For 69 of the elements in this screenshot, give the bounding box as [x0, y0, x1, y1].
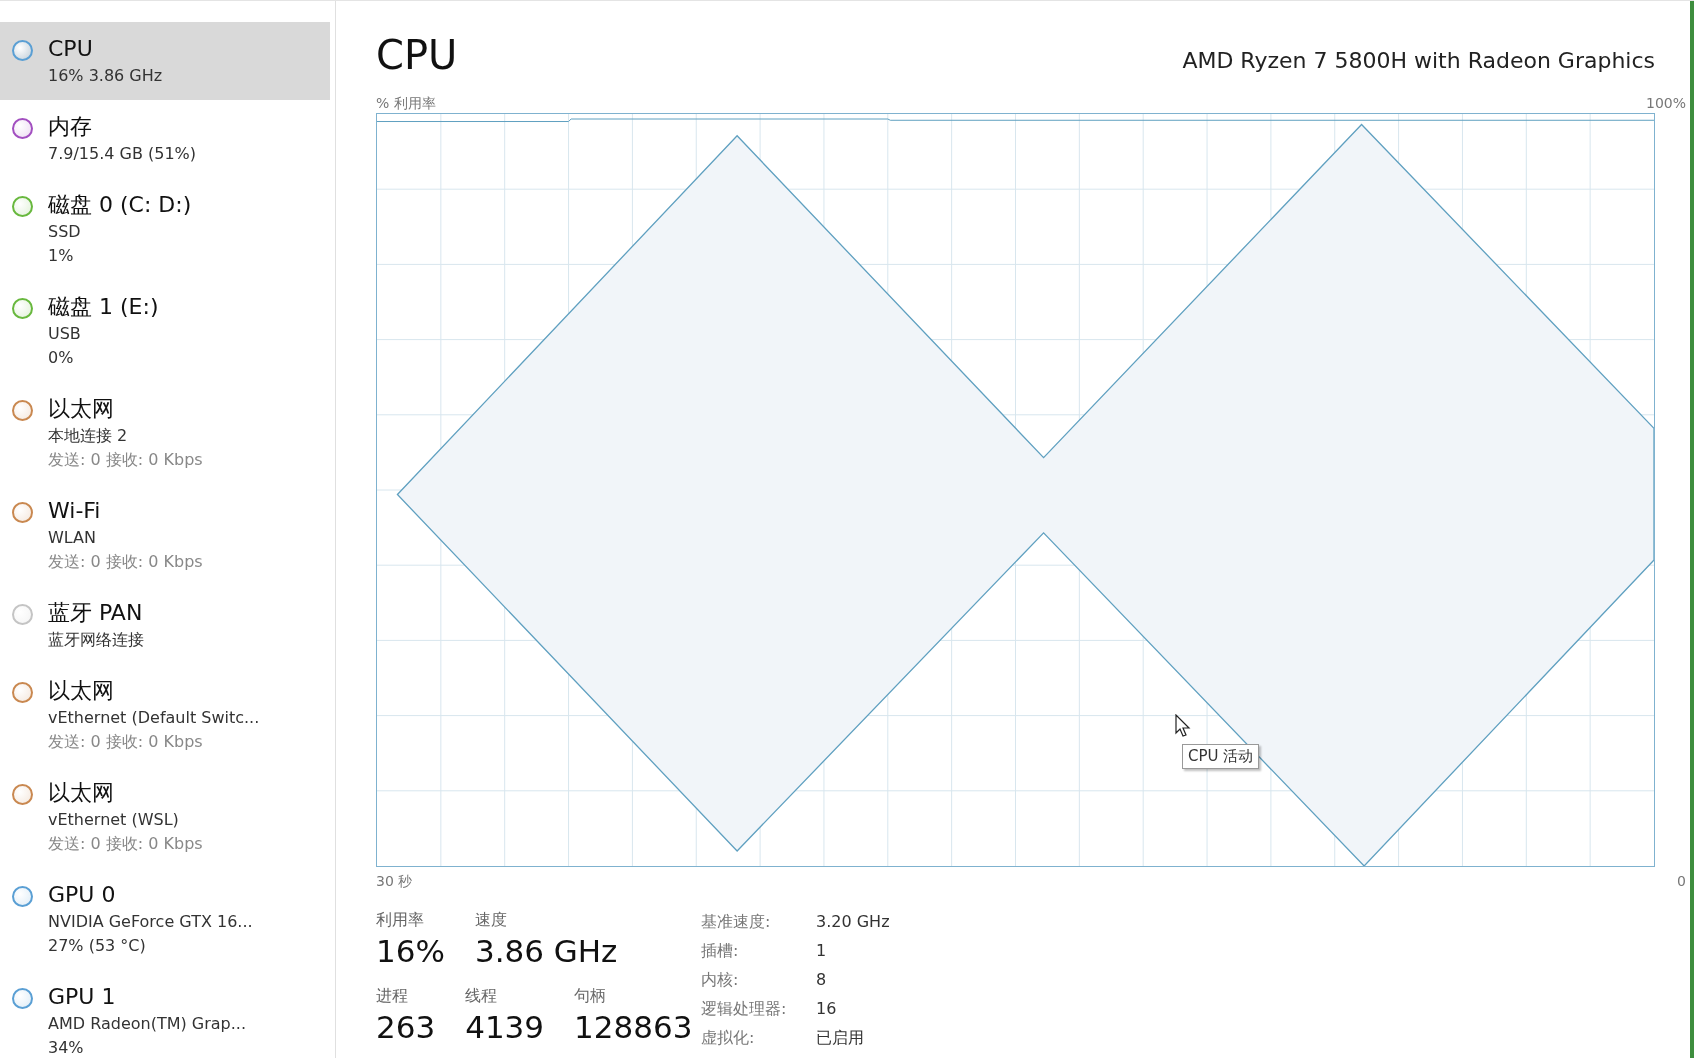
detail-label: 内核: [701, 969, 740, 991]
device-detail: 1% [48, 245, 74, 267]
device-detail: 0% [48, 347, 74, 369]
sidebar-item[interactable]: 蓝牙 PAN 蓝牙网络连接 [0, 586, 330, 664]
detail-label: 虚拟化: [701, 1027, 756, 1049]
device-name: 蓝牙 PAN [48, 599, 143, 627]
axis-label: % 利用率 [376, 94, 436, 113]
tooltip: CPU 活动 [1182, 744, 1260, 769]
device-name: 磁盘 1 (E:) [48, 293, 159, 321]
device-name: 以太网 [48, 779, 114, 807]
network-traffic: 发送: 0 接收: 0 Kbps [48, 449, 203, 471]
stat-label: 句柄 [574, 985, 608, 1007]
sidebar-item[interactable]: 磁盘 0 (C: D:) SSD 1% [0, 178, 330, 280]
sidebar-item[interactable]: 磁盘 1 (E:) USB 0% [0, 280, 330, 382]
detail-label: 逻辑处理器: [701, 998, 788, 1020]
device-name: GPU 1 [48, 983, 116, 1011]
device-detail: 34% [48, 1037, 84, 1058]
detail-label: 插槽: [701, 940, 740, 962]
detail-value: 3.20 GHz [816, 911, 890, 933]
device-name: Wi-Fi [48, 497, 101, 525]
network-traffic: 发送: 0 接收: 0 Kbps [48, 731, 203, 753]
sidebar-item[interactable]: GPU 1 AMD Radeon(TM) Grap... 34% [0, 970, 330, 1058]
sidebar-item[interactable]: 内存 7.9/15.4 GB (51%) [0, 100, 330, 178]
device-detail: NVIDIA GeForce GTX 16... [48, 911, 253, 933]
stat-label: 利用率 [376, 909, 425, 931]
axis-max-label: 100% [1645, 94, 1686, 113]
axis-label: 30 秒 [376, 872, 413, 891]
stat-value: 4139 [465, 1008, 545, 1047]
stat-label: 进程 [376, 985, 409, 1007]
stat-value: 128863 [574, 1008, 693, 1047]
device-detail: 7.9/15.4 GB (51%) [48, 143, 197, 165]
device-detail: vEthernet (WSL) [48, 809, 179, 831]
device-name: 以太网 [48, 677, 114, 705]
device-detail: 蓝牙网络连接 [48, 629, 144, 651]
device-name: GPU 0 [48, 881, 116, 909]
device-name: 内存 [48, 113, 92, 141]
detail-value: 8 [816, 969, 828, 991]
stat-value: 16% [376, 932, 445, 971]
network-traffic: 发送: 0 接收: 0 Kbps [48, 551, 203, 573]
device-detail: USB [48, 323, 81, 345]
sidebar-item[interactable]: Wi-Fi WLAN 发送: 0 接收: 0 Kbps [0, 484, 330, 586]
device-detail: vEthernet (Default Switc... [48, 707, 260, 729]
sidebar-item[interactable]: 以太网 本地连接 2 发送: 0 接收: 0 Kbps [0, 382, 330, 484]
processor-model: AMD Ryzen 7 5800H with Radeon Graphics [1182, 48, 1655, 75]
device-name: 以太网 [48, 395, 114, 423]
detail-value: 1 [816, 940, 828, 962]
stat-label: 速度 [474, 909, 508, 931]
stat-value: 263 [376, 1008, 436, 1047]
detail-label: 基准速度: [701, 911, 772, 933]
detail-value: 16 [816, 998, 838, 1020]
device-detail: WLAN [48, 527, 96, 549]
device-detail: SSD [48, 221, 81, 243]
sidebar-item[interactable]: CPU 16% 3.86 GHz [0, 22, 330, 100]
device-name: CPU [48, 35, 93, 63]
stat-label: 线程 [465, 985, 499, 1007]
device-name: 磁盘 0 (C: D:) [48, 191, 192, 219]
axis-label: 0 [1677, 872, 1686, 891]
device-detail: 27% (53 °C) [48, 935, 146, 957]
sidebar-item[interactable]: GPU 0 NVIDIA GeForce GTX 16... 27% (53 °C) [0, 868, 330, 970]
device-detail: 16% 3.86 GHz [48, 65, 163, 87]
device-detail: 本地连接 2 [48, 425, 128, 447]
sidebar-item[interactable]: 以太网 vEthernet (WSL) 发送: 0 接收: 0 Kbps [0, 766, 330, 868]
device-detail: AMD Radeon(TM) Grap... [48, 1013, 246, 1035]
sidebar-item[interactable]: 以太网 vEthernet (Default Switc... 发送: 0 接收: 0 Kbps [0, 664, 330, 766]
detail-value: 已启用 [816, 1027, 865, 1049]
network-traffic: 发送: 0 接收: 0 Kbps [48, 833, 203, 855]
stat-value: 3.86 GHz [474, 932, 618, 971]
page-title: CPU [376, 31, 458, 79]
mouse-pointer-icon [1175, 714, 1191, 738]
